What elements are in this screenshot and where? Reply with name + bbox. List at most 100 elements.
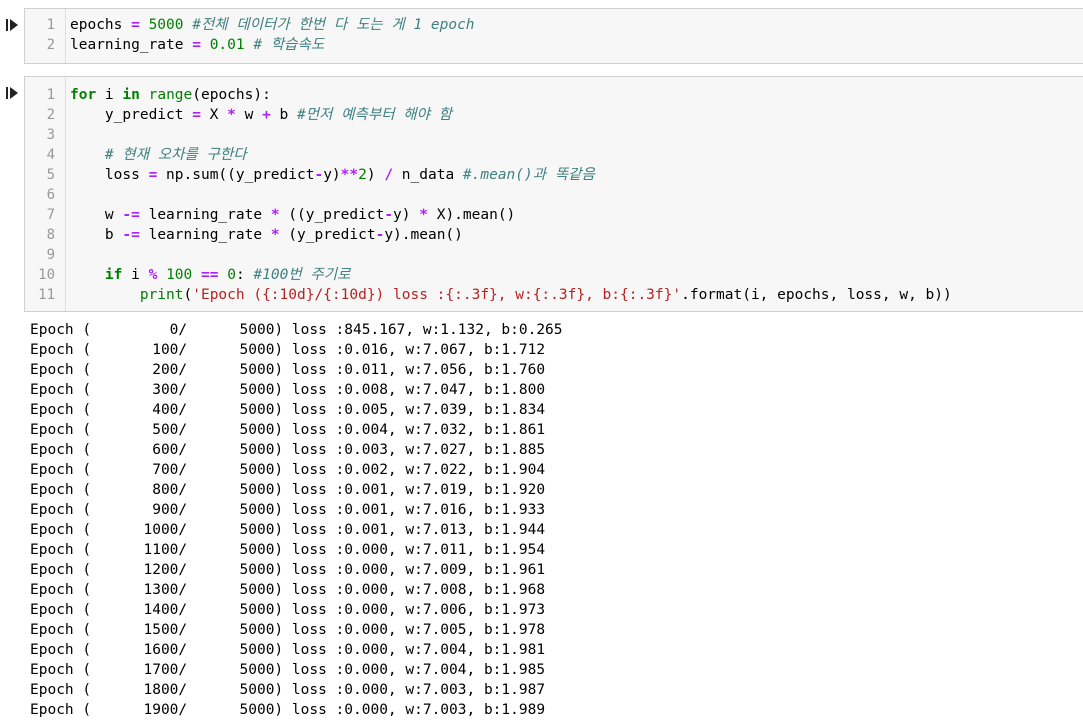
code-text: for i in range(epochs): [70, 85, 271, 105]
code-line[interactable]: 2 y_predict = X * w + b #먼저 예측부터 해야 함 [25, 105, 1081, 125]
line-number: 2 [46, 107, 55, 123]
code-text: epochs = 5000 #전체 데이터가 한번 다 도는 게 1 epoch [70, 15, 475, 35]
code-token: * [419, 207, 428, 223]
code-line[interactable]: 9 [25, 245, 1081, 265]
code-token: print [139, 287, 184, 303]
run-cell-icon[interactable] [5, 86, 19, 100]
code-token: y) [393, 207, 420, 223]
code-token: if [104, 267, 123, 283]
code-token: b [70, 227, 123, 243]
line-number: 10 [38, 267, 55, 283]
code-text: b -= learning_rate * (y_predict-y).mean(… [70, 225, 463, 245]
code-line[interactable]: 7 w -= learning_rate * ((y_predict-y) * … [25, 205, 1081, 225]
code-line[interactable]: 1 for i in range(epochs): [25, 85, 1081, 105]
cell-1-input[interactable]: 1 epochs = 5000 #전체 데이터가 한번 다 도는 게 1 epoc… [24, 8, 1083, 64]
output-line: Epoch ( 300/ 5000) loss :0.008, w:7.047,… [30, 382, 546, 398]
output-line: Epoch ( 1900/ 5000) loss :0.000, w:7.003… [30, 702, 546, 718]
code-token: * [270, 207, 280, 223]
code-line[interactable]: 4 # 현재 오차를 구한다 [25, 145, 1081, 165]
code-token: X).mean() [427, 207, 516, 223]
code-token: X [200, 107, 228, 123]
line-number: 1 [46, 17, 55, 33]
code-token: = [148, 167, 158, 183]
code-line[interactable]: 11 print('Epoch ({:10d}/{:10d}) loss :{:… [25, 285, 1081, 305]
line-number: 1 [46, 87, 55, 103]
code-token: ** [340, 167, 359, 183]
code-token: y_predict [70, 107, 193, 123]
code-token: learning_rate [70, 37, 193, 53]
code-token: - [384, 207, 394, 223]
code-token: # 현재 오차를 구한다 [104, 147, 247, 163]
line-number: 9 [46, 247, 55, 263]
code-token: epochs [70, 17, 132, 33]
output-line: Epoch ( 1200/ 5000) loss :0.000, w:7.009… [30, 562, 546, 578]
code-token: np.sum((y_predict [157, 167, 315, 183]
output-line: Epoch ( 1600/ 5000) loss :0.000, w:7.004… [30, 642, 546, 658]
code-token: + [262, 107, 271, 123]
code-token: #100번 주기로 [253, 267, 351, 283]
code-token: 0.01 [209, 37, 245, 53]
line-number: 4 [46, 147, 55, 163]
code-text: loss = np.sum((y_predict-y)**2) / n_data… [70, 165, 595, 185]
line-number: 7 [46, 207, 55, 223]
code-token: b [270, 107, 298, 123]
code-text: print('Epoch ({:10d}/{:10d}) loss :{:.3f… [70, 285, 952, 305]
code-cell-1[interactable]: 1 epochs = 5000 #전체 데이터가 한번 다 도는 게 1 epoc… [0, 8, 1083, 64]
code-token: 0 [227, 267, 236, 283]
code-line[interactable]: 10 if i % 100 == 0: #100번 주기로 [25, 265, 1081, 285]
output-line: Epoch ( 700/ 5000) loss :0.002, w:7.022,… [30, 462, 546, 478]
code-token: i [96, 87, 123, 103]
line-number: 6 [46, 187, 55, 203]
code-token: -= [122, 227, 140, 243]
code-token: 2 [358, 167, 367, 183]
code-token: #.mean()과 똑같음 [462, 167, 595, 183]
code-token: 100 [166, 267, 193, 283]
code-token: : [235, 267, 254, 283]
code-token: 5000 [148, 17, 184, 33]
code-line[interactable]: 5 loss = np.sum((y_predict-y)**2) / n_da… [25, 165, 1081, 185]
code-token: -= [122, 207, 140, 223]
output-line: Epoch ( 1700/ 5000) loss :0.000, w:7.004… [30, 662, 546, 678]
code-token: = [192, 107, 201, 123]
output-line: Epoch ( 800/ 5000) loss :0.001, w:7.019,… [30, 482, 546, 498]
code-text: # 현재 오차를 구한다 [70, 145, 247, 165]
cell-2-input[interactable]: 1 for i in range(epochs): 2 y_predict = X … [24, 76, 1083, 312]
output-line: Epoch ( 100/ 5000) loss :0.016, w:7.067,… [30, 342, 546, 358]
line-number: 3 [46, 127, 55, 143]
line-number: 11 [38, 287, 55, 303]
code-token: ((y_predict [279, 207, 385, 223]
code-line[interactable]: 8 b -= learning_rate * (y_predict-y).mea… [25, 225, 1081, 245]
code-token: i [122, 267, 149, 283]
code-token: # 학습속도 [244, 37, 325, 53]
code-token: range [148, 87, 193, 103]
code-token: learning_rate [139, 227, 271, 243]
code-token: w [70, 207, 123, 223]
output-line: Epoch ( 0/ 5000) loss :845.167, w:1.132,… [30, 322, 563, 338]
run-cell-icon[interactable] [5, 18, 19, 32]
code-token: #먼저 예측부터 해야 함 [297, 107, 453, 123]
code-cell-2[interactable]: 1 for i in range(epochs): 2 y_predict = X … [0, 76, 1083, 312]
code-token: == [201, 267, 219, 283]
code-token: 'Epoch ({:10d}/{:10d}) loss :{:.3f}, w:{… [192, 287, 682, 303]
code-line[interactable]: 2 learning_rate = 0.01 # 학습속도 [25, 35, 1081, 55]
code-token: * [270, 227, 280, 243]
cell-2-output: Epoch ( 0/ 5000) loss :845.167, w:1.132,… [30, 320, 1080, 720]
output-line: Epoch ( 600/ 5000) loss :0.003, w:7.027,… [30, 442, 546, 458]
code-token: = [131, 17, 140, 33]
code-token: ) [366, 167, 385, 183]
code-token: for [70, 87, 97, 103]
code-line[interactable]: 6 [25, 185, 1081, 205]
code-line[interactable]: 3 [25, 125, 1081, 145]
code-text: y_predict = X * w + b #먼저 예측부터 해야 함 [70, 105, 452, 125]
code-token: #전체 데이터가 한번 다 도는 게 1 epoch [183, 17, 475, 33]
code-line[interactable]: 1 epochs = 5000 #전체 데이터가 한번 다 도는 게 1 epoc… [25, 15, 1081, 35]
line-number: 2 [46, 37, 55, 53]
output-line: Epoch ( 1100/ 5000) loss :0.000, w:7.011… [30, 542, 546, 558]
line-number: 8 [46, 227, 55, 243]
